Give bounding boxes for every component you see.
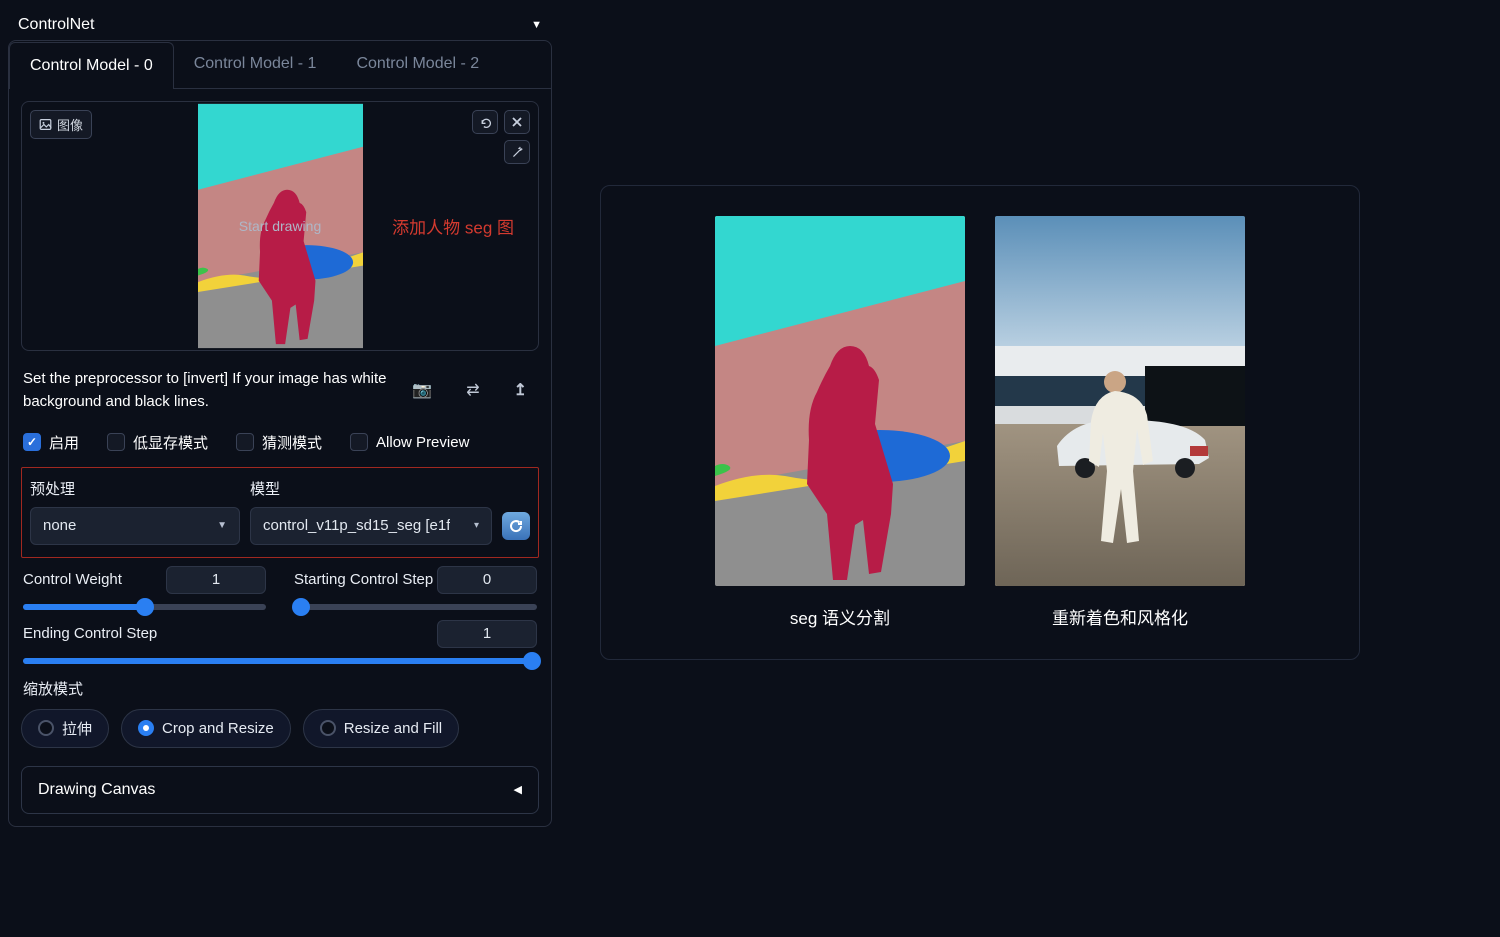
low-vram-label: 低显存模式 bbox=[133, 432, 208, 453]
control-image-drop[interactable]: 图像 bbox=[21, 101, 539, 351]
result-render-image[interactable] bbox=[995, 216, 1245, 586]
control-weight-slider[interactable] bbox=[23, 604, 266, 610]
preprocessor-select[interactable]: none ▼ bbox=[30, 507, 240, 545]
controlnet-title: ControlNet bbox=[18, 16, 94, 34]
undo-icon bbox=[479, 116, 492, 129]
result-render-caption: 重新着色和风格化 bbox=[1052, 604, 1188, 629]
control-weight-value[interactable]: 1 bbox=[166, 566, 266, 594]
tab-control-model-1[interactable]: Control Model - 1 bbox=[174, 41, 337, 88]
preprocessor-label: 预处理 bbox=[30, 478, 240, 499]
ending-step-slider[interactable] bbox=[23, 658, 537, 664]
tab-control-model-2[interactable]: Control Model - 2 bbox=[336, 41, 499, 88]
close-icon bbox=[511, 116, 523, 128]
drawing-canvas-label: Drawing Canvas bbox=[38, 781, 155, 799]
starting-step-value[interactable]: 0 bbox=[437, 566, 537, 594]
results-card: seg 语义分割 重新着色和风格化 bbox=[600, 185, 1360, 660]
send-up-icon[interactable]: ↥ bbox=[514, 380, 527, 400]
control-weight-label: Control Weight bbox=[23, 571, 122, 588]
allow-preview-checkbox[interactable]: Allow Preview bbox=[350, 433, 469, 451]
preprocessor-value: none bbox=[43, 517, 76, 534]
edit-button[interactable] bbox=[504, 140, 530, 164]
resize-crop[interactable]: Crop and Resize bbox=[121, 709, 291, 748]
wand-icon bbox=[511, 146, 524, 159]
resize-fill-label: Resize and Fill bbox=[344, 720, 442, 737]
controlnet-header[interactable]: ControlNet ▼ bbox=[8, 10, 552, 40]
seg-preview-thumb bbox=[198, 103, 363, 349]
resize-fill[interactable]: Resize and Fill bbox=[303, 709, 459, 748]
swap-icon[interactable]: ⇄ bbox=[466, 380, 479, 400]
resize-mode-label: 缩放模式 bbox=[23, 678, 537, 699]
chevron-down-icon: ▾ bbox=[474, 520, 479, 531]
enable-label: 启用 bbox=[49, 432, 79, 453]
resize-crop-label: Crop and Resize bbox=[162, 720, 274, 737]
image-icon bbox=[39, 118, 52, 131]
chevron-left-icon: ◀ bbox=[514, 783, 522, 796]
model-label: 模型 bbox=[250, 478, 492, 499]
allow-preview-label: Allow Preview bbox=[376, 434, 469, 451]
resize-stretch-label: 拉伸 bbox=[62, 718, 92, 739]
starting-step-slider[interactable] bbox=[294, 604, 537, 610]
result-seg-caption: seg 语义分割 bbox=[790, 604, 890, 629]
enable-checkbox[interactable]: ✓ 启用 bbox=[23, 432, 79, 453]
refresh-icon bbox=[508, 518, 524, 534]
model-select[interactable]: control_v11p_sd15_seg [e1f ▾ bbox=[250, 507, 492, 545]
starting-step-label: Starting Control Step bbox=[294, 571, 433, 588]
model-value: control_v11p_sd15_seg [e1f bbox=[263, 517, 450, 534]
undo-button[interactable] bbox=[472, 110, 498, 134]
result-seg-image[interactable] bbox=[715, 216, 965, 586]
remove-image-button[interactable] bbox=[504, 110, 530, 134]
ending-step-label: Ending Control Step bbox=[23, 625, 157, 642]
image-badge-label: 图像 bbox=[57, 115, 83, 134]
low-vram-checkbox[interactable]: 低显存模式 bbox=[107, 432, 208, 453]
image-badge[interactable]: 图像 bbox=[30, 110, 92, 139]
guess-mode-checkbox[interactable]: 猜测模式 bbox=[236, 432, 322, 453]
collapse-icon[interactable]: ▼ bbox=[531, 19, 542, 31]
resize-stretch[interactable]: 拉伸 bbox=[21, 709, 109, 748]
control-tabs: Control Model - 0 Control Model - 1 Cont… bbox=[9, 41, 551, 89]
highlighted-region: 预处理 none ▼ 模型 control_v11p_sd15_seg [e1f… bbox=[21, 467, 539, 558]
annotation-text: 添加人物 seg 图 bbox=[392, 214, 514, 239]
ending-step-value[interactable]: 1 bbox=[437, 620, 537, 648]
refresh-models-button[interactable] bbox=[502, 512, 530, 540]
preprocessor-hint: Set the preprocessor to [invert] If your… bbox=[23, 367, 402, 414]
drawing-canvas-toggle[interactable]: Drawing Canvas ◀ bbox=[21, 766, 539, 814]
chevron-down-icon: ▼ bbox=[217, 520, 227, 531]
camera-icon[interactable]: 📷 bbox=[412, 380, 432, 400]
guess-mode-label: 猜测模式 bbox=[262, 432, 322, 453]
resize-mode-group: 拉伸 Crop and Resize Resize and Fill bbox=[21, 709, 539, 748]
tab-control-model-0[interactable]: Control Model - 0 bbox=[9, 42, 174, 89]
